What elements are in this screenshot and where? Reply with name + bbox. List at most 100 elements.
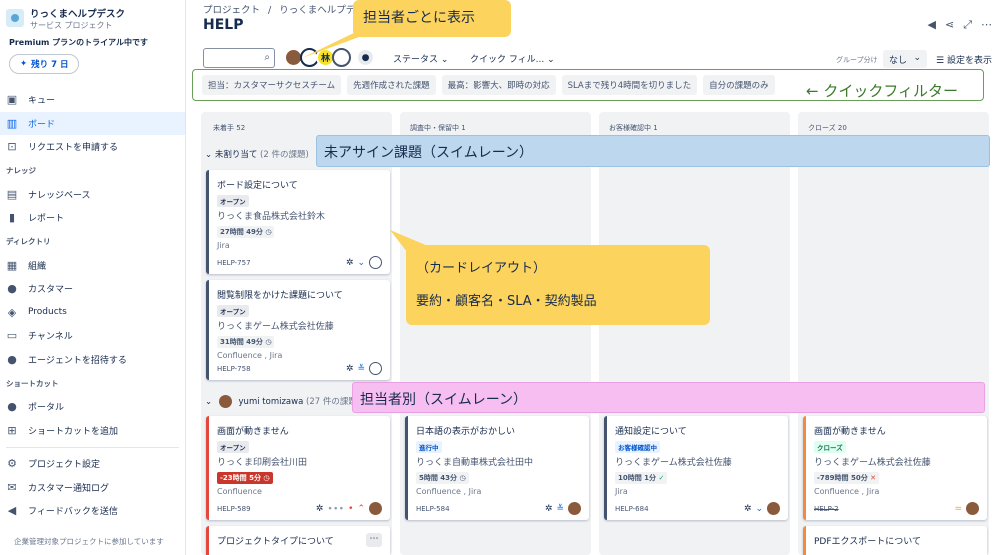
- assignee-avatar[interactable]: [369, 362, 382, 375]
- sidebar-item[interactable]: ▮ レポート: [0, 206, 185, 230]
- more-icon[interactable]: ⋯: [981, 18, 992, 32]
- chevron-down-icon: ⌄: [205, 150, 213, 160]
- annotation-quick-filter: ← クイックフィルター: [806, 82, 959, 100]
- status-filter-label: ステータス: [393, 55, 439, 65]
- quick-filter-chip[interactable]: 先週作成された課題: [347, 75, 436, 95]
- assignee-avatar[interactable]: [767, 502, 780, 515]
- card-more-icon[interactable]: ⋯: [366, 533, 382, 547]
- sidebar-item[interactable]: ◈ Products: [0, 301, 185, 325]
- issue-card[interactable]: 画面が動きません クローズ りっくまゲーム株式会社佐藤 -789時間 50分 ✕…: [803, 416, 987, 520]
- sidebar-item-label: エージェントを招待する: [28, 355, 127, 366]
- project-header[interactable]: りっくまヘルプデスク サービス プロジェクト: [0, 0, 185, 30]
- sla-badge: 10時間 1分 ✓: [615, 472, 668, 484]
- issue-card[interactable]: ボード設定について オープン りっくま食品株式会社鈴木 27時間 49分 ◷ J…: [206, 170, 390, 274]
- clock-icon: ◷: [459, 474, 466, 482]
- project-logo-icon: [6, 9, 24, 27]
- sidebar-item[interactable]: ✉ カスタマー通知ログ: [0, 476, 185, 500]
- project-type: サービス プロジェクト: [30, 20, 113, 30]
- swimlane-name: 未割り当て: [214, 150, 258, 160]
- issue-card[interactable]: 通知設定について お客様確認中 りっくまゲーム株式会社佐藤 10時間 1分 ✓ …: [604, 416, 788, 520]
- column-header-todo: 未着手 52: [213, 124, 246, 132]
- card-title: ボード設定について: [217, 181, 298, 191]
- sidebar-item-label: Products: [28, 307, 67, 318]
- settings-sliders-icon: ☰: [936, 56, 945, 66]
- sidebar-item[interactable]: ⊞ ショートカットを追加: [0, 419, 185, 443]
- sparkle-icon: ✦: [20, 59, 28, 69]
- expand-icon[interactable]: ⤢: [963, 18, 972, 32]
- clock-icon: ◷: [263, 474, 270, 482]
- sidebar-item[interactable]: ● エージェントを招待する: [0, 348, 185, 372]
- issue-card[interactable]: プロジェクトタイプについて ⋯: [206, 526, 390, 555]
- priority-low-icon: ⌄: [357, 257, 365, 268]
- megaphone-icon: ◀: [7, 504, 17, 518]
- annotation-card-desc: 要約・顧客名・SLA・契約製品: [416, 294, 597, 309]
- sidebar-item-label: リクエストを申請する: [28, 143, 119, 154]
- status-badge: オープン: [217, 305, 249, 317]
- megaphone-icon[interactable]: ◀: [928, 18, 936, 32]
- issue-key[interactable]: HELP-684: [615, 505, 649, 513]
- priority-lowest-icon: ≚: [556, 503, 564, 514]
- group-by-select[interactable]: なし ⌄: [883, 50, 927, 68]
- issue-card[interactable]: 画面が動きません オープン りっくま印刷会社川田 -23時間 5分 ◷ Conf…: [206, 416, 390, 520]
- report-icon: ▮: [8, 211, 16, 225]
- sidebar-item[interactable]: ◀ フィードバックを送信: [0, 499, 185, 523]
- sla-badge: 27時間 49分 ◷: [217, 226, 275, 238]
- issue-key[interactable]: HELP-2: [814, 505, 839, 513]
- view-settings-button[interactable]: ☰ 設定を表示: [936, 53, 992, 66]
- swimlane-yumi-tomizawa[interactable]: ⌄ yumi tomizawa (27 件の課題): [205, 395, 360, 408]
- section-directory: ディレクトリ: [6, 237, 51, 246]
- clock-icon: ◷: [265, 338, 272, 346]
- sidebar-item[interactable]: ● ポータル: [0, 395, 185, 419]
- assignee-avatar[interactable]: [568, 502, 581, 515]
- sidebar-item-label: ボード: [28, 119, 56, 130]
- request-icon: ⊡: [7, 140, 17, 154]
- trial-days-button[interactable]: ✦ 残り 7 日: [9, 54, 80, 74]
- quick-filter-chip[interactable]: 担当：カスタマーサクセスチーム: [202, 75, 342, 95]
- share-icon[interactable]: ⋖: [945, 18, 954, 32]
- annotation-by-assignee-text: 担当者別（スイムレーン）: [360, 392, 528, 408]
- annotation-card-layout: （カードレイアウト） 要約・顧客名・SLA・契約製品: [406, 245, 710, 325]
- breadcrumb-separator: /: [268, 5, 272, 16]
- sidebar-item[interactable]: ⊡ リクエストを申請する: [0, 135, 185, 159]
- sidebar-item-label: レポート: [28, 214, 65, 225]
- quick-filter-chip[interactable]: SLAまで残り4時間を切りました: [561, 75, 698, 95]
- assignee-avatar[interactable]: [369, 502, 382, 515]
- sidebar-item[interactable]: ▣ キュー: [0, 88, 185, 112]
- search-input[interactable]: ⌕: [203, 48, 275, 68]
- status-badge: オープン: [217, 441, 249, 453]
- issue-card[interactable]: PDFエクスポートについて: [803, 526, 987, 555]
- gear-icon: ⚙: [7, 457, 17, 471]
- issue-key[interactable]: HELP-589: [217, 505, 251, 513]
- sidebar-item[interactable]: ▤ ナレッジベース: [0, 183, 185, 207]
- sidebar-item[interactable]: ▦ 組織: [0, 254, 185, 278]
- group-by-label: グループ分け: [836, 56, 878, 64]
- assignee-avatar[interactable]: [966, 502, 979, 515]
- sidebar-item[interactable]: ▥ ボード: [0, 111, 185, 135]
- project-name: りっくまヘルプデスク: [30, 8, 126, 20]
- check-icon: ✓: [658, 474, 665, 482]
- card-title: 通知設定について: [615, 427, 687, 437]
- progress-dots-icon: ∙∙∙: [327, 503, 345, 514]
- issue-key[interactable]: HELP-757: [217, 259, 251, 267]
- issue-card[interactable]: 日本語の表示がおかしい 進行中 りっくま自動車株式会社田中 5時間 43分 ◷ …: [405, 416, 589, 520]
- card-product: Jira: [615, 487, 628, 496]
- sla-badge: 31時間 49分 ◷: [217, 336, 275, 348]
- assignee-avatar[interactable]: [369, 256, 382, 269]
- issue-key[interactable]: HELP-584: [416, 505, 450, 513]
- status-filter[interactable]: ステータス ⌄: [393, 52, 448, 65]
- swimlane-unassigned[interactable]: ⌄ 未割り当て (2 件の課題): [205, 148, 309, 160]
- issue-key[interactable]: HELP-758: [217, 365, 251, 373]
- sidebar-item[interactable]: ⚙ プロジェクト設定: [0, 452, 185, 476]
- sidebar-item-label: プロジェクト設定: [28, 460, 101, 471]
- quick-filter-dropdown[interactable]: クイック フィル... ⌄: [470, 52, 555, 65]
- column-header-customer-check: お客様確認中 1: [609, 124, 658, 132]
- sidebar-item[interactable]: ● カスタマー: [0, 277, 185, 301]
- invite-agent-icon: ●: [7, 352, 17, 366]
- breadcrumb-projects[interactable]: プロジェクト: [203, 5, 260, 16]
- sidebar-item[interactable]: ▭ チャンネル: [0, 324, 185, 348]
- column-header-investigating: 調査中・保留中 1: [410, 124, 466, 132]
- quick-filter-chip[interactable]: 自分の課題のみ: [703, 75, 775, 95]
- cherry-icon: ●: [7, 400, 17, 414]
- issue-card[interactable]: 閲覧制限をかけた課題について オープン りっくまゲーム株式会社佐藤 31時間 4…: [206, 280, 390, 380]
- quick-filter-chip[interactable]: 最高：影響大、即時の対応: [441, 75, 556, 95]
